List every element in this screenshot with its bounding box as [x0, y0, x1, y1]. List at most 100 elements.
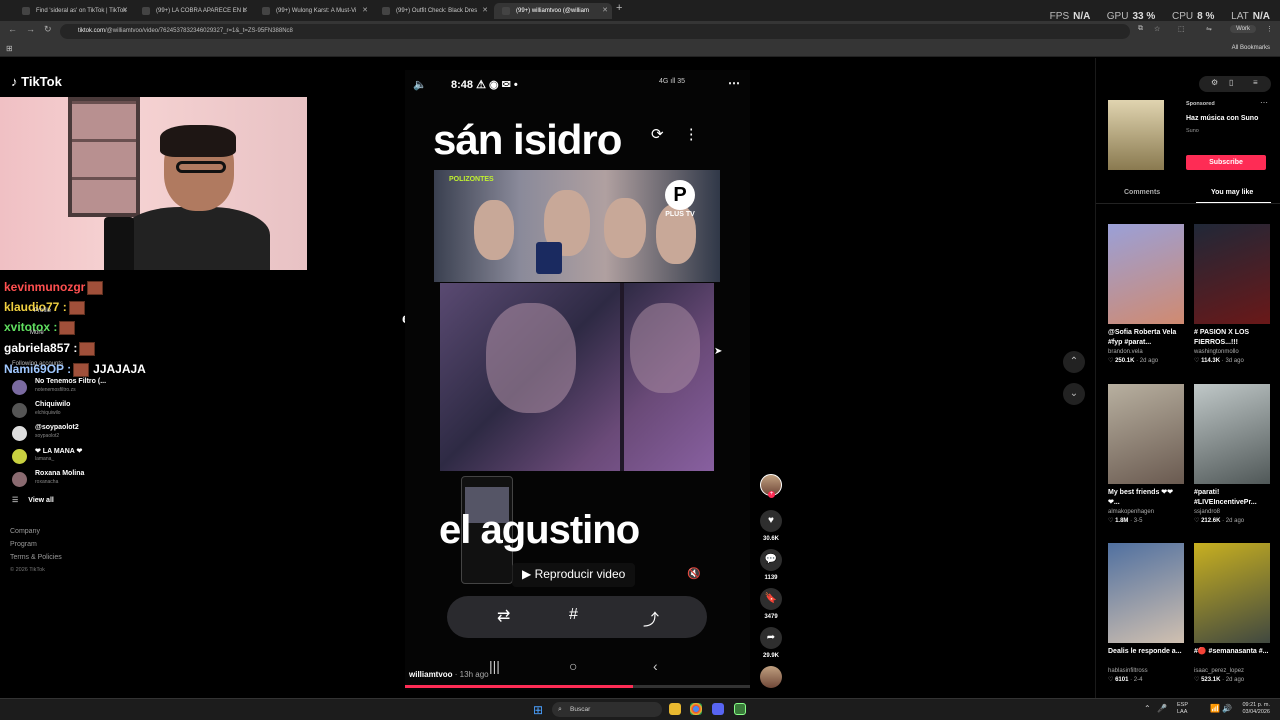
tab-comments[interactable]: Comments: [1124, 189, 1160, 196]
recommended-video[interactable]: # PASIÓN X LOS FIERROS...!!! washingtonm…: [1194, 224, 1270, 364]
video-description: Dealis le responde a...: [1108, 648, 1182, 655]
phone-icon[interactable]: ▯: [1229, 78, 1233, 87]
tiktok-favicon-icon: [142, 7, 150, 15]
video-progress-bar[interactable]: [405, 685, 750, 688]
recommended-video[interactable]: #parati! #LIVEIncentivePr... ssjandro8 ♡…: [1194, 384, 1270, 524]
view-all-link[interactable]: ☰ View all: [12, 496, 54, 504]
taskbar-search[interactable]: ⌕ Buscar: [552, 702, 662, 717]
all-bookmarks-button[interactable]: All Bookmarks: [1232, 45, 1270, 51]
close-tab-icon[interactable]: ✕: [602, 3, 608, 19]
video-player[interactable]: 🔈 8:48 ⚠ ◉ ✉ • 4G ıll 35 ⋯ sán isidro ⟳ …: [405, 70, 750, 690]
sidebar-more-link[interactable]: More: [30, 330, 44, 336]
following-account[interactable]: ❤ LA MANA ❤ lamana_: [12, 447, 192, 467]
chat-message: JJAJAJA: [93, 362, 146, 376]
back-arrow-icon[interactable]: ←: [8, 24, 17, 34]
footer-program-link[interactable]: Program: [10, 541, 37, 548]
discord-icon[interactable]: [712, 703, 724, 715]
video-meta: ♡ 212.6K · 2d ago: [1194, 518, 1245, 524]
system-tray-icons[interactable]: ⌃ 🎤: [1144, 704, 1167, 713]
following-account[interactable]: @soypaolot2 soypaolot2: [12, 424, 192, 444]
mute-icon[interactable]: 🔇: [687, 567, 701, 580]
like-button[interactable]: ♥ 30.6K: [760, 510, 782, 542]
next-video-chevron-down-icon[interactable]: ⌄: [1063, 383, 1085, 405]
tab-you-may-like[interactable]: You may like: [1211, 189, 1253, 196]
taskbar-clock[interactable]: 09:21 p. m. 03/04/2026: [1242, 702, 1270, 716]
video-clip-frame: [440, 283, 714, 471]
share-icon[interactable]: ⤴: [643, 606, 659, 630]
recommended-video[interactable]: My best friends ❤❤❤... almakopenhagen ♡ …: [1108, 384, 1184, 524]
settings-icon[interactable]: ⚙: [1211, 78, 1218, 87]
video-meta: ♡ 114.3K · 3d ago: [1194, 358, 1244, 364]
subscribe-button[interactable]: Subscribe: [1186, 155, 1266, 170]
video-author[interactable]: williamtvoo · 13h ago: [409, 670, 489, 679]
url-host: tiktok.com: [78, 28, 106, 34]
browser-tab[interactable]: (99+) Wulong Karst: A Must-Vi ✕: [254, 3, 372, 19]
new-tab-button[interactable]: +: [616, 2, 622, 14]
bookmark-star-icon[interactable]: ☆: [1154, 25, 1160, 33]
active-browser-icon[interactable]: [734, 703, 746, 715]
account-handle: elchiquiwilo: [35, 410, 61, 416]
cast-icon[interactable]: ⧉: [1138, 25, 1143, 33]
extensions-icon[interactable]: ⬚: [1178, 25, 1185, 33]
footer-company-link[interactable]: Company: [10, 528, 40, 535]
close-tab-icon[interactable]: ✕: [362, 3, 368, 19]
close-tab-icon[interactable]: ✕: [242, 3, 248, 19]
volume-icon[interactable]: 🔈: [413, 78, 427, 91]
following-account[interactable]: Chiquiwilo elchiquiwilo: [12, 401, 192, 421]
following-account[interactable]: No Tenemos Filtro (... notenemosfiltro.z…: [12, 378, 192, 398]
close-tab-icon[interactable]: ✕: [122, 3, 128, 19]
language-indicator[interactable]: ESP LAA: [1177, 702, 1188, 716]
following-account[interactable]: Roxana Molina roxanacha: [12, 470, 192, 490]
video-views: 114.3K: [1201, 358, 1221, 364]
sidebar-profile-link[interactable]: Profile: [34, 308, 51, 314]
ad-more-icon[interactable]: ⋯: [1260, 98, 1268, 107]
video-date: 2-4: [1133, 677, 1143, 683]
video-date: 3d ago: [1225, 358, 1244, 364]
browser-tab-active[interactable]: (99+) williamtvoo (@william ✕: [494, 3, 612, 19]
recommended-video[interactable]: #🔴 #semanasanta #... isaac_perez_lopez ♡…: [1194, 543, 1270, 683]
clip-divider: [620, 283, 624, 471]
play-video-button[interactable]: ▶ Reproducir video: [512, 563, 636, 587]
video-description: #🔴 #semanasanta #...: [1194, 648, 1269, 655]
browser-menu-icon[interactable]: ⋮: [1266, 25, 1273, 33]
share-button[interactable]: ➦ 29.9K: [760, 627, 782, 659]
forward-arrow-icon[interactable]: →: [26, 24, 35, 34]
repost-icon[interactable]: ⇄: [497, 606, 510, 626]
windows-start-icon[interactable]: ⊞: [533, 703, 543, 717]
music-disc-avatar[interactable]: [760, 666, 782, 688]
url-field[interactable]: tiktok.com/@williamtvoo/video/7624537832…: [60, 24, 1130, 39]
recommended-video[interactable]: @Sofia Roberta Vela #fyp #parat... brand…: [1108, 224, 1184, 364]
file-explorer-icon[interactable]: [669, 703, 681, 715]
ad-title[interactable]: Haz música con Suno: [1186, 115, 1258, 122]
browser-tab[interactable]: Find 'sideral as' on TikTok | TikTok ✕: [14, 3, 132, 19]
video-author: isaac_perez_lopez: [1194, 668, 1245, 674]
recommended-video[interactable]: Dealis le responde a... hablasinfiltross…: [1108, 543, 1184, 683]
clip-face: [630, 303, 700, 393]
previous-video-chevron-up-icon[interactable]: ⌃: [1063, 351, 1085, 373]
play-icon: ▶: [522, 567, 532, 581]
webcam-microphone: [104, 217, 134, 270]
ad-thumbnail[interactable]: [1108, 100, 1164, 170]
save-button[interactable]: 🔖 3479: [760, 588, 782, 620]
browser-tab[interactable]: (99+) Outfit Check: Black Dres ✕: [374, 3, 492, 19]
follow-plus-icon[interactable]: +: [768, 491, 775, 498]
comment-button[interactable]: 💬 1139: [760, 549, 782, 581]
video-author: ssjandro8: [1194, 509, 1221, 515]
chrome-icon[interactable]: [690, 703, 702, 715]
network-volume-icons[interactable]: 📶 🔊: [1210, 704, 1232, 713]
more-options-icon[interactable]: ⋯: [728, 76, 740, 90]
menu-icon[interactable]: ≡: [1253, 78, 1258, 87]
reload-icon[interactable]: ↻: [44, 24, 52, 35]
video-thumbnail: [1194, 384, 1270, 484]
profile-button[interactable]: Work: [1230, 25, 1256, 33]
browser-tab[interactable]: (99+) LA COBRA APARECE EN L ✕: [134, 3, 252, 19]
apps-grid-icon[interactable]: ⊞: [6, 44, 13, 53]
sidebar-toggle-icon[interactable]: ⇋: [1206, 25, 1212, 33]
avatar: [12, 472, 27, 487]
hashtag-icon[interactable]: #: [569, 606, 578, 624]
footer-terms-link[interactable]: Terms & Policies: [10, 554, 62, 561]
tiktok-favicon-icon: [382, 7, 390, 15]
tiktok-logo[interactable]: ♪ TikTok: [11, 74, 62, 89]
close-tab-icon[interactable]: ✕: [482, 3, 488, 19]
tab-label: (99+) LA COBRA APARECE EN L: [156, 8, 247, 14]
